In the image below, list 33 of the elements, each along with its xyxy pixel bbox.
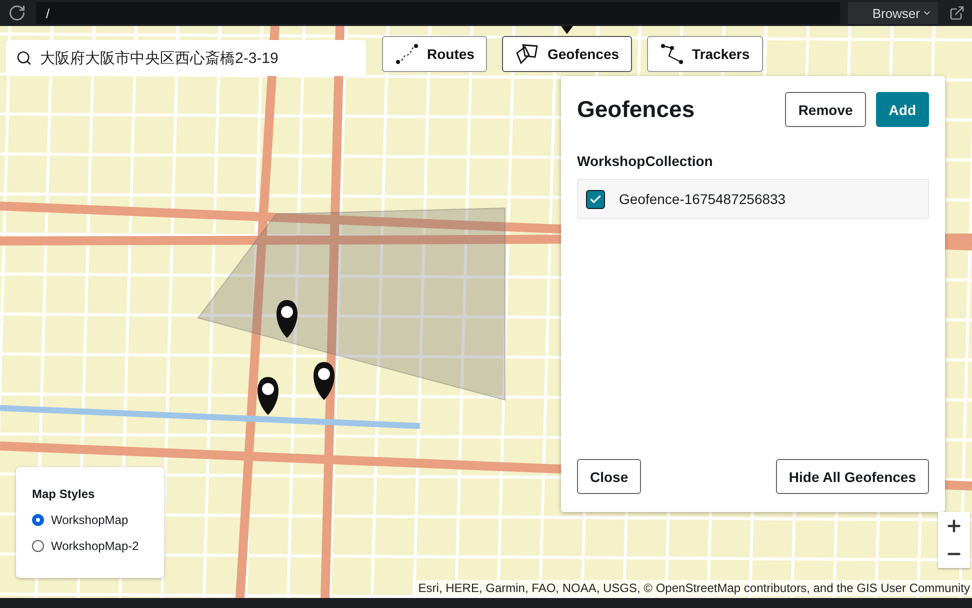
close-button[interactable]: Close (577, 459, 642, 494)
search-field[interactable]: 大阪府大阪市中央区西心斎橋2-3-19 (6, 40, 366, 76)
search-value: 大阪府大阪市中央区西心斎橋2-3-19 (40, 48, 278, 68)
remove-button[interactable]: Remove (785, 92, 866, 127)
map-pin-icon[interactable] (276, 300, 298, 338)
radio-button[interactable] (32, 540, 44, 552)
tracker-path-icon (660, 43, 684, 65)
map-pin-icon[interactable] (314, 362, 334, 400)
map-pin-icon[interactable] (258, 377, 278, 415)
radio-label[interactable]: WorkshopMap (51, 513, 128, 527)
checkbox[interactable] (586, 190, 605, 208)
browser-dropdown[interactable]: Browser (848, 2, 938, 24)
path-field[interactable]: / (36, 2, 840, 24)
card-title: Map Styles (32, 487, 96, 501)
geofence-row[interactable]: Geofence-1675487256833 (577, 179, 929, 219)
geofence-name: Geofence-1675487256833 (619, 191, 786, 207)
check-icon (589, 192, 602, 206)
add-button[interactable]: Add (876, 92, 929, 127)
panel-title: Geofences (577, 96, 695, 123)
zoom-in-icon[interactable] (938, 512, 970, 540)
collection-heading: WorkshopCollection (577, 153, 714, 169)
geofence-polygon[interactable] (197, 207, 506, 401)
radio-button[interactable] (32, 514, 44, 526)
polygon-icon (515, 43, 540, 65)
search-icon (16, 50, 32, 66)
pointer-icon (561, 26, 574, 34)
map-attribution: Esri, HERE, Garmin, FAO, NOAA, USGS, © OpenStreetMap contributors, and the GIS User Community (416, 580, 972, 596)
tab[interactable]: Trackers (647, 36, 763, 72)
tab[interactable]: Routes (382, 36, 488, 72)
zoom-out-icon[interactable] (938, 540, 970, 568)
hide-all-button[interactable]: Hide All Geofences (776, 459, 929, 494)
radio-label[interactable]: WorkshopMap-2 (51, 539, 139, 553)
route-icon (395, 43, 419, 65)
